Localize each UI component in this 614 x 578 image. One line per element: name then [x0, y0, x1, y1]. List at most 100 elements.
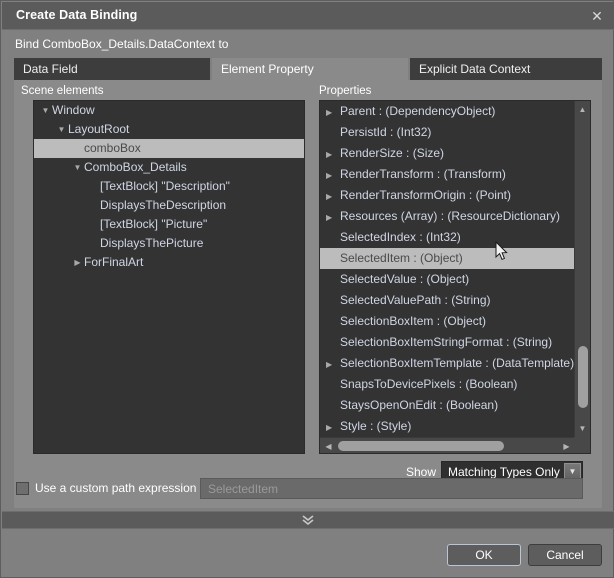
tree-spacer-icon: ▶ [326, 396, 340, 417]
tab-strip: Data Field Element Property Explicit Dat… [14, 58, 602, 80]
property-row[interactable]: ▶SelectedIndex : (Int32) [320, 227, 575, 248]
property-row[interactable]: ▶SelectionBoxItem : (Object) [320, 311, 575, 332]
horizontal-scrollbar-thumb[interactable] [338, 441, 504, 451]
triangle-right-icon[interactable]: ▶ [326, 207, 340, 228]
triangle-down-icon[interactable]: ▼ [39, 101, 52, 120]
property-row[interactable]: ▶SelectedValuePath : (String) [320, 290, 575, 311]
triangle-right-icon[interactable]: ▶ [326, 186, 340, 207]
triangle-right-icon[interactable]: ▶ [326, 102, 340, 123]
tree-item-label: Window [52, 103, 95, 117]
property-row[interactable]: ▶ RenderSize : (Size) [320, 143, 575, 164]
double-chevron-down-icon [301, 514, 315, 526]
triangle-right-icon[interactable]: ▶ [71, 253, 84, 272]
property-row[interactable]: ▶SelectedValue : (Object) [320, 269, 575, 290]
tree-spacer-icon: ▶ [87, 234, 100, 253]
title-bar: Create Data Binding ✕ [2, 2, 614, 30]
scrollbar-corner [574, 437, 590, 453]
tree-item-label: ForFinalArt [84, 255, 144, 269]
triangle-down-icon[interactable]: ▼ [71, 158, 84, 177]
tree-item[interactable]: ▶DisplaysTheDescription [34, 196, 304, 215]
property-row-label: RenderTransformOrigin : (Point) [340, 188, 511, 202]
triangle-left-icon[interactable]: ◀ [321, 439, 336, 453]
triangle-down-icon[interactable]: ▼ [55, 120, 68, 139]
tree-item-label: DisplaysThePicture [100, 236, 204, 250]
triangle-right-icon[interactable]: ▶ [326, 354, 340, 375]
property-row[interactable]: ▶SnapsToDevicePixels : (Boolean) [320, 374, 575, 395]
triangle-right-icon[interactable]: ▶ [326, 144, 340, 165]
use-custom-path-checkbox[interactable] [16, 482, 29, 495]
tree-item[interactable]: ▶comboBox [34, 139, 304, 158]
tree-spacer-icon: ▶ [326, 249, 340, 270]
element-property-pane: Scene elements Properties ▼ Window ▼ Layout… [14, 80, 602, 508]
tree-item-label: ComboBox_Details [84, 160, 187, 174]
tree-item-label: DisplaysTheDescription [100, 198, 227, 212]
property-row[interactable]: ▶SelectionBoxItemStringFormat : (String) [320, 332, 575, 353]
scene-elements-tree[interactable]: ▼Window▼LayoutRoot▶comboBox▼ComboBox_Det… [33, 100, 305, 454]
vertical-scrollbar-thumb[interactable] [578, 346, 588, 408]
property-row[interactable]: ▶ Parent : (DependencyObject) [320, 101, 575, 122]
tree-spacer-icon: ▶ [326, 312, 340, 333]
tree-spacer-icon: ▶ [87, 215, 100, 234]
tree-item-label: comboBox [84, 141, 141, 155]
tree-spacer-icon: ▶ [326, 375, 340, 396]
tree-spacer-icon: ▶ [326, 333, 340, 354]
property-row-label: SnapsToDevicePixels : (Boolean) [340, 377, 518, 391]
property-row-label: SelectedItem : (Object) [340, 251, 463, 265]
property-row[interactable]: ▶ RenderTransform : (Transform) [320, 164, 575, 185]
tree-spacer-icon: ▶ [71, 139, 84, 158]
property-row[interactable]: ▶StaysOpenOnEdit : (Boolean) [320, 395, 575, 416]
tree-item[interactable]: ▶DisplaysThePicture [34, 234, 304, 253]
custom-path-input[interactable] [200, 478, 583, 499]
properties-vertical-scrollbar[interactable]: ▲ ▼ [574, 101, 590, 437]
cancel-button[interactable]: Cancel [528, 544, 602, 566]
triangle-down-icon[interactable]: ▼ [575, 421, 590, 436]
tab-explicit-data-context[interactable]: Explicit Data Context [410, 58, 602, 80]
close-icon[interactable]: ✕ [586, 6, 608, 26]
property-row-label: PersistId : (Int32) [340, 125, 432, 139]
tree-spacer-icon: ▶ [326, 228, 340, 249]
expander-bar[interactable] [2, 511, 614, 529]
triangle-right-icon[interactable]: ▶ [559, 439, 574, 453]
property-row[interactable]: ▶ Style : (Style) [320, 416, 575, 437]
property-row[interactable]: ▶ Resources (Array) : (ResourceDictionary… [320, 206, 575, 227]
properties-horizontal-scrollbar[interactable]: ◀ ▶ [320, 437, 575, 453]
property-row[interactable]: ▶ RenderTransformOrigin : (Point) [320, 185, 575, 206]
tree-item-label: [TextBlock] "Description" [100, 179, 230, 193]
tree-item[interactable]: ▼ Window [34, 101, 304, 120]
tree-item[interactable]: ▶ ForFinalArt [34, 253, 304, 272]
property-row[interactable]: ▶ SelectionBoxItemTemplate : (DataTemplat… [320, 353, 575, 374]
property-row-label: SelectedValuePath : (String) [340, 293, 491, 307]
triangle-up-icon[interactable]: ▲ [575, 102, 590, 117]
property-row[interactable]: ▶SelectedItem : (Object) [320, 248, 575, 269]
tree-item[interactable]: ▶[TextBlock] "Picture" [34, 215, 304, 234]
tree-spacer-icon: ▶ [87, 177, 100, 196]
property-row-label: SelectionBoxItem : (Object) [340, 314, 487, 328]
tab-element-property[interactable]: Element Property [212, 58, 408, 80]
property-row-label: StaysOpenOnEdit : (Boolean) [340, 398, 499, 412]
triangle-right-icon[interactable]: ▶ [326, 165, 340, 186]
page-title: Create Data Binding [16, 8, 138, 22]
tree-spacer-icon: ▶ [326, 270, 340, 291]
property-row-label: SelectionBoxItemTemplate : (DataTemplate… [340, 356, 575, 370]
properties-list-panel[interactable]: ▶Parent : (DependencyObject)▶PersistId :… [319, 100, 591, 454]
ok-button[interactable]: OK [447, 544, 521, 566]
tree-item[interactable]: ▼ ComboBox_Details [34, 158, 304, 177]
tab-data-field[interactable]: Data Field [14, 58, 210, 80]
property-row-label: Style : (Style) [340, 419, 412, 433]
property-row-label: SelectionBoxItemStringFormat : (String) [340, 335, 553, 349]
scene-elements-label: Scene elements [21, 85, 104, 97]
tree-item[interactable]: ▼ LayoutRoot [34, 120, 304, 139]
tree-item[interactable]: ▶[TextBlock] "Description" [34, 177, 304, 196]
triangle-right-icon[interactable]: ▶ [326, 417, 340, 437]
property-row-label: RenderTransform : (Transform) [340, 167, 506, 181]
tree-spacer-icon: ▶ [87, 196, 100, 215]
property-row-label: SelectedIndex : (Int32) [340, 230, 461, 244]
properties-list[interactable]: ▶Parent : (DependencyObject)▶PersistId :… [320, 101, 575, 437]
tree-spacer-icon: ▶ [326, 291, 340, 312]
use-custom-path-label[interactable]: Use a custom path expression [35, 481, 196, 495]
show-label: Show [405, 465, 436, 479]
property-row[interactable]: ▶PersistId : (Int32) [320, 122, 575, 143]
create-data-binding-dialog: Create Data Binding ✕ Bind ComboBox_Deta… [0, 0, 614, 578]
property-row-label: SelectedValue : (Object) [340, 272, 470, 286]
tree-item-label: [TextBlock] "Picture" [100, 217, 208, 231]
